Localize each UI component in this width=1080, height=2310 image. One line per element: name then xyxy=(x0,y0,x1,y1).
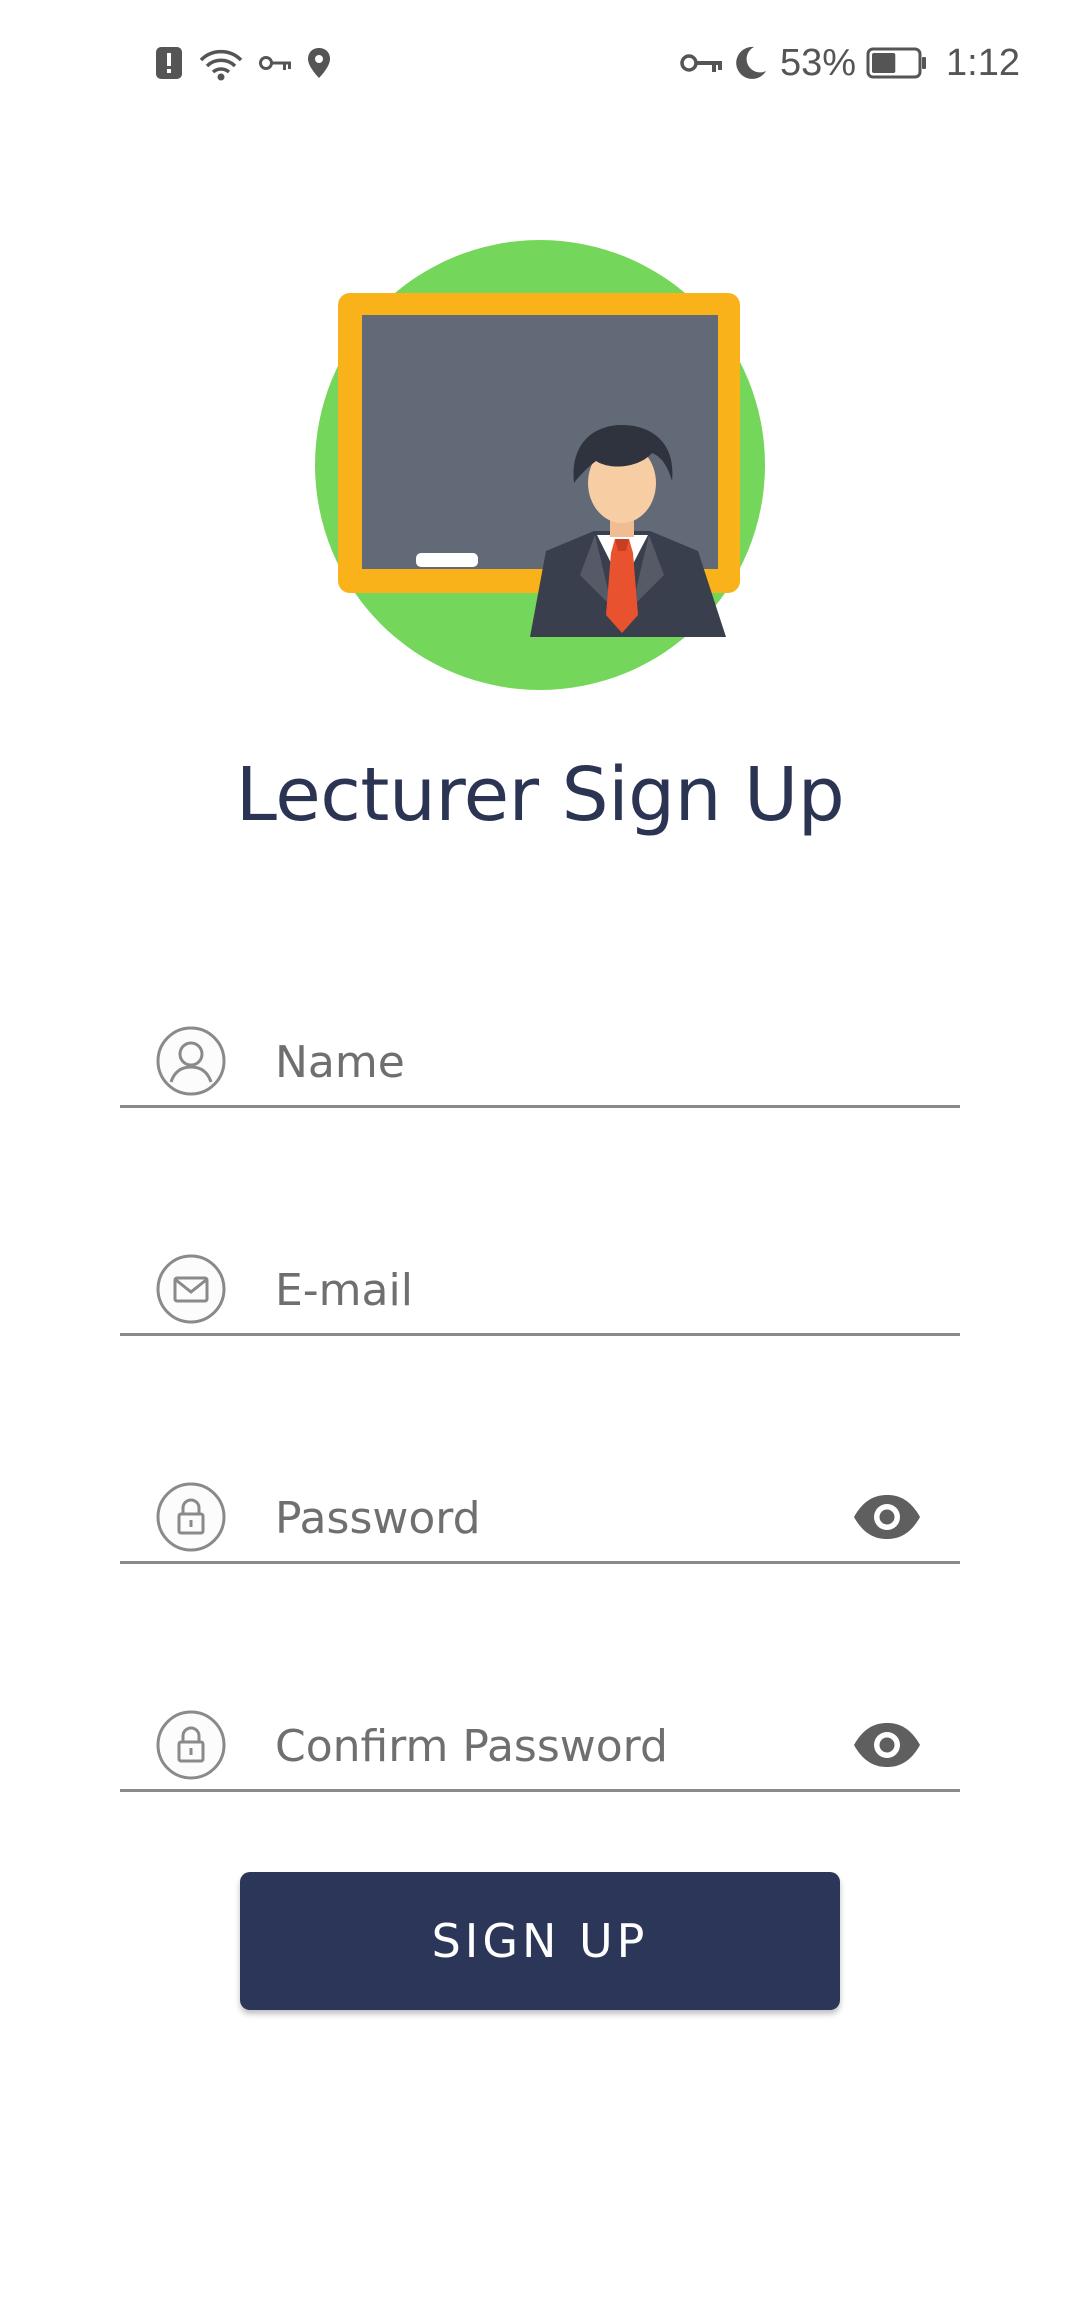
moon-icon xyxy=(734,45,768,81)
confirm-password-input[interactable] xyxy=(275,1711,795,1781)
lock-icon xyxy=(156,1710,226,1780)
name-field[interactable] xyxy=(120,975,960,1108)
email-input[interactable] xyxy=(275,1255,795,1325)
envelope-icon xyxy=(156,1254,226,1324)
password-input[interactable] xyxy=(275,1483,795,1553)
status-left-icons xyxy=(155,40,331,86)
name-input[interactable] xyxy=(275,1027,795,1097)
chalk xyxy=(416,553,478,567)
location-icon xyxy=(307,47,331,79)
alert-icon xyxy=(155,46,183,80)
wifi-icon xyxy=(197,44,245,82)
vpn-key-icon xyxy=(680,51,724,75)
lock-icon xyxy=(156,1482,226,1552)
battery-icon xyxy=(866,47,928,79)
eye-icon[interactable] xyxy=(852,1721,922,1769)
battery-percent: 53% xyxy=(779,41,857,84)
confirm-password-field[interactable] xyxy=(120,1659,960,1792)
sign-up-button[interactable]: SIGN UP xyxy=(240,1872,840,2010)
eye-icon[interactable] xyxy=(852,1493,922,1541)
key-icon xyxy=(259,53,293,73)
status-right-icons: 53% 1:12 xyxy=(680,40,1020,86)
clock: 1:12 xyxy=(946,41,1020,84)
person-icon xyxy=(156,1026,226,1096)
password-field[interactable] xyxy=(120,1431,960,1564)
status-bar: 53% 1:12 xyxy=(0,0,1080,130)
lecturer-illustration xyxy=(315,240,765,690)
email-field[interactable] xyxy=(120,1203,960,1336)
page-title: Lecturer Sign Up xyxy=(235,752,845,838)
chalkboard xyxy=(362,315,718,569)
